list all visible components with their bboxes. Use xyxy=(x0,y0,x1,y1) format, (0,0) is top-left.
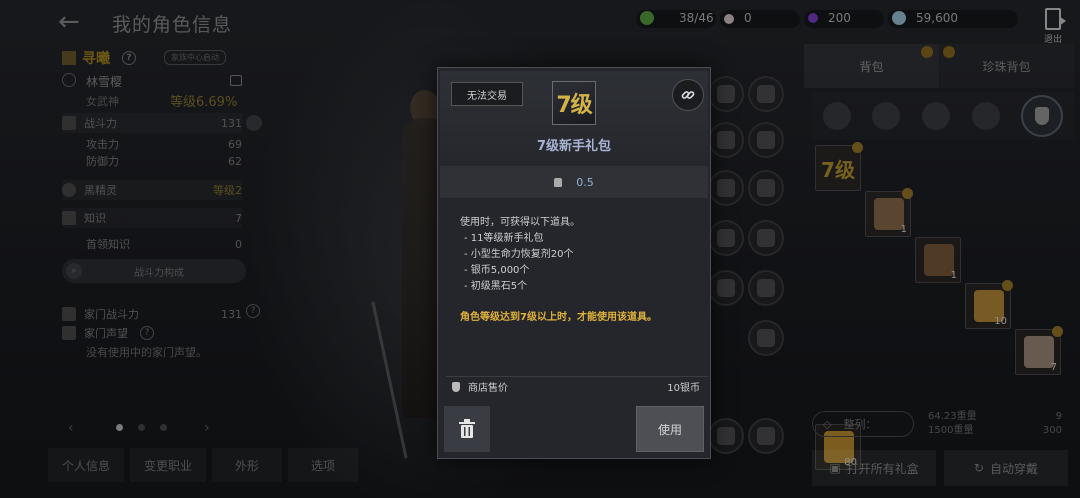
item-weight-row: 0.5 xyxy=(440,166,708,198)
trash-icon xyxy=(459,419,475,438)
weight-icon xyxy=(554,177,563,187)
money-bag-icon xyxy=(452,381,460,392)
item-description: 使用时，可获得以下道具。 - 11等级新手礼包 - 小型生命力恢复剂20个 - … xyxy=(460,217,657,323)
item-icon: 7级 xyxy=(552,81,596,125)
link-icon xyxy=(681,91,695,99)
shop-price-row: 商店售价 10银币 xyxy=(446,376,708,396)
delete-button[interactable] xyxy=(444,406,490,452)
untradable-badge: 无法交易 xyxy=(451,82,523,106)
link-button[interactable] xyxy=(672,79,704,111)
item-title: 7级新手礼包 xyxy=(536,139,612,154)
use-condition: 角色等级达到7级以上时，才能使用该道具。 xyxy=(460,312,657,323)
use-button[interactable]: 使用 xyxy=(636,406,704,452)
